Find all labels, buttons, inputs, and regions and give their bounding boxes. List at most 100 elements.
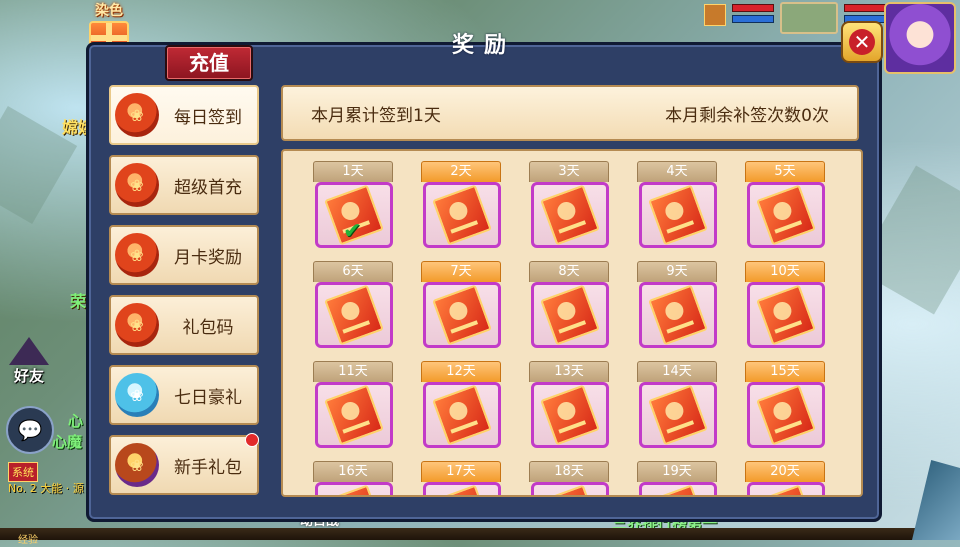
day-cell[interactable]: 10天 xyxy=(745,261,825,348)
reward-slot[interactable] xyxy=(423,182,501,248)
day-cell[interactable]: 3天 xyxy=(529,161,609,248)
reward-slot[interactable] xyxy=(747,282,825,348)
red-envelope-icon xyxy=(756,284,816,346)
red-envelope-icon xyxy=(324,284,384,346)
day-cell[interactable]: 12天 xyxy=(421,361,501,448)
day-cell[interactable]: 17天 xyxy=(421,461,501,495)
menu-item[interactable]: ❀ 每日签到 xyxy=(109,85,259,145)
player-avatar[interactable] xyxy=(884,2,956,74)
red-pouch-icon: ❀ xyxy=(115,93,159,137)
menu-item-label: 超级首充 xyxy=(174,177,242,198)
day-cell[interactable]: 11天 xyxy=(313,361,393,448)
reward-slot[interactable] xyxy=(639,482,717,495)
day-label: 16天 xyxy=(313,461,393,482)
red-envelope-icon xyxy=(540,284,600,346)
reward-slot[interactable] xyxy=(747,182,825,248)
day-cell[interactable]: 20天 xyxy=(745,461,825,495)
day-cell[interactable]: 5天 xyxy=(745,161,825,248)
day-label: 8天 xyxy=(529,261,609,282)
day-cell[interactable]: 18天 xyxy=(529,461,609,495)
day-cell[interactable]: 8天 xyxy=(529,261,609,348)
reward-slot[interactable] xyxy=(747,482,825,495)
gold-bag-icon: ❀ xyxy=(115,303,159,347)
day-cell[interactable]: 4天 xyxy=(637,161,717,248)
day-label: 3天 xyxy=(529,161,609,182)
chat-bubble-icon: 💬 xyxy=(17,418,43,442)
notification-badge xyxy=(245,433,259,447)
menu-item-label: 月卡奖励 xyxy=(174,247,242,268)
day-label: 5天 xyxy=(745,161,825,182)
menu-item[interactable]: ❀ 超级首充 xyxy=(109,155,259,215)
reward-slot[interactable] xyxy=(747,382,825,448)
reward-slot[interactable] xyxy=(531,182,609,248)
sign-in-info: 本月累计签到1天 本月剩余补签次数0次 xyxy=(281,85,859,141)
day-cell[interactable]: 14天 xyxy=(637,361,717,448)
dye-label: 染色 xyxy=(95,3,123,19)
reward-slot[interactable] xyxy=(639,382,717,448)
day-label: 13天 xyxy=(529,361,609,382)
character-sprite xyxy=(912,460,960,540)
red-envelope-icon xyxy=(648,284,708,346)
sign-in-grid: 1天 ✔ 2天 3天 4天 5天 6天 7天 8天 9天 10天 11天 12天 13天 14天 15天 16天… xyxy=(313,161,853,495)
sign-in-grid-area[interactable]: 1天 ✔ 2天 3天 4天 5天 6天 7天 8天 9天 10天 11天 12天 13天 14天 15天 16天… xyxy=(281,149,863,497)
menu-item-label: 七日豪礼 xyxy=(174,387,242,408)
reward-slot[interactable] xyxy=(423,382,501,448)
red-envelope-icon xyxy=(540,484,600,495)
friend-label: 好友 xyxy=(13,367,44,385)
system-tag: 系统 xyxy=(8,462,38,482)
reward-slot[interactable] xyxy=(315,382,393,448)
day-cell[interactable]: 1天 ✔ xyxy=(313,161,393,248)
treasure-icon: ❀ xyxy=(115,443,159,487)
menu-item[interactable]: ❀ 礼包码 xyxy=(109,295,259,355)
exp-bar: 经验 xyxy=(0,528,960,546)
recharge-button[interactable]: 充值 xyxy=(165,45,253,81)
red-envelope-icon xyxy=(432,484,492,495)
day-label: 2天 xyxy=(421,161,501,182)
reward-slot[interactable] xyxy=(639,182,717,248)
chat-button[interactable]: 💬 xyxy=(6,406,54,454)
hat-icon xyxy=(9,337,49,365)
day-label: 10天 xyxy=(745,261,825,282)
hp-bar xyxy=(732,4,774,12)
red-envelope-icon xyxy=(756,484,816,495)
red-envelope-icon xyxy=(324,384,384,446)
buff-icon[interactable] xyxy=(704,4,726,26)
signed-days-text: 本月累计签到1天 xyxy=(311,105,441,126)
gold-bag-icon: ❀ xyxy=(115,233,159,277)
day-cell[interactable]: 15天 xyxy=(745,361,825,448)
day-label: 6天 xyxy=(313,261,393,282)
system-message: No. 2 大能 · 源 xyxy=(8,482,84,495)
menu-item[interactable]: ❀ 新手礼包 xyxy=(109,433,259,495)
day-label: 14天 xyxy=(637,361,717,382)
reward-slot[interactable] xyxy=(423,282,501,348)
reward-slot[interactable] xyxy=(531,482,609,495)
makeup-count-text: 本月剩余补签次数0次 xyxy=(665,105,829,126)
reward-slot[interactable] xyxy=(315,282,393,348)
day-cell[interactable]: 2天 xyxy=(421,161,501,248)
reward-slot[interactable] xyxy=(423,482,501,495)
red-envelope-icon xyxy=(648,484,708,495)
day-label: 17天 xyxy=(421,461,501,482)
day-cell[interactable]: 7天 xyxy=(421,261,501,348)
menu-item[interactable]: ❀ 月卡奖励 xyxy=(109,225,259,285)
day-label: 19天 xyxy=(637,461,717,482)
reward-slot[interactable] xyxy=(531,382,609,448)
day-cell[interactable]: 9天 xyxy=(637,261,717,348)
friend-button[interactable]: 好友 xyxy=(2,330,56,386)
day-cell[interactable]: 6天 xyxy=(313,261,393,348)
red-envelope-icon xyxy=(432,384,492,446)
red-envelope-icon xyxy=(756,184,816,246)
reward-slot[interactable] xyxy=(531,282,609,348)
day-label: 1天 xyxy=(313,161,393,182)
reward-slot[interactable] xyxy=(639,282,717,348)
reward-slot[interactable] xyxy=(315,482,393,495)
red-envelope-icon xyxy=(432,184,492,246)
day-cell[interactable]: 13天 xyxy=(529,361,609,448)
day-cell[interactable]: 19天 xyxy=(637,461,717,495)
close-button[interactable]: ✕ xyxy=(841,21,883,63)
day-label: 4天 xyxy=(637,161,717,182)
red-envelope-icon xyxy=(540,384,600,446)
menu-item[interactable]: ❀ 七日豪礼 xyxy=(109,365,259,425)
day-cell[interactable]: 16天 xyxy=(313,461,393,495)
menu-item-label: 新手礼包 xyxy=(174,457,242,478)
